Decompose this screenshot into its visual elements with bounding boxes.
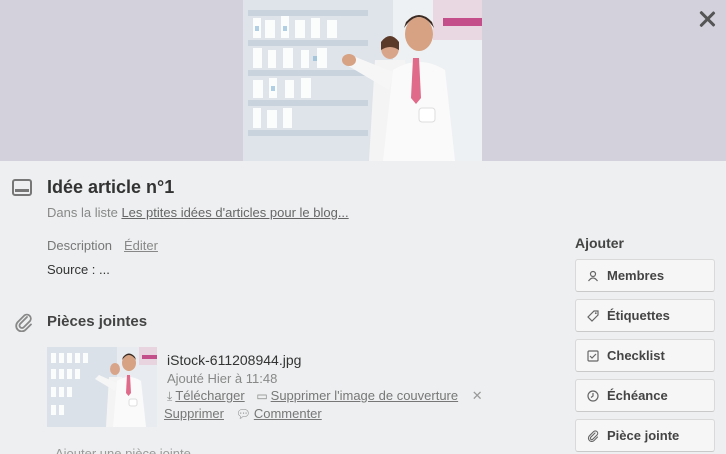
members-label: Membres (607, 268, 665, 283)
paperclip-icon (15, 313, 32, 332)
attachment-button[interactable]: Pièce jointe (575, 419, 715, 452)
download-icon: ⤓ (167, 389, 173, 403)
edit-description-link[interactable]: Éditer (124, 238, 158, 253)
card-icon (12, 179, 32, 196)
add-attachment-link[interactable]: Ajouter une pièce jointe... (55, 446, 202, 454)
card-cover (0, 0, 726, 161)
attachment-thumbnail[interactable] (47, 347, 157, 427)
download-link[interactable]: Télécharger (175, 388, 244, 403)
checklist-button[interactable]: Checklist (575, 339, 715, 372)
paperclip-icon (586, 429, 600, 443)
labels-label: Étiquettes (607, 308, 670, 323)
attachment-actions-row2: Supprimer 💬︎ Commenter (164, 406, 322, 421)
attachment-label: Pièce jointe (607, 428, 680, 443)
due-date-label: Échéance (607, 388, 668, 403)
attachments-heading: Pièces jointes (47, 313, 148, 330)
cover-icon: ▭ (256, 389, 268, 403)
tag-icon (586, 309, 600, 323)
remove-cover-link[interactable]: Supprimer l'image de couverture (271, 388, 458, 403)
description-text[interactable]: Source : ... (47, 262, 110, 277)
clock-icon (586, 389, 600, 403)
members-button[interactable]: Membres (575, 259, 715, 292)
labels-button[interactable]: Étiquettes (575, 299, 715, 332)
checkbox-icon (586, 349, 600, 363)
comment-icon: 💬︎ (235, 407, 251, 421)
person-icon (586, 269, 600, 283)
description-label: Description (47, 238, 113, 253)
card-title[interactable]: Idée article n°1 (47, 177, 174, 198)
list-name-link[interactable]: Les ptites idées d'articles pour le blog… (121, 205, 348, 220)
close-button[interactable] (696, 8, 718, 30)
comment-link[interactable]: Commenter (254, 406, 322, 421)
attachment-filename: iStock-611208944.jpg (167, 352, 302, 368)
due-date-button[interactable]: Échéance (575, 379, 715, 412)
cover-image (243, 0, 482, 161)
attachment-added-date: Ajouté Hier à 11:48 (167, 371, 278, 386)
delete-link[interactable]: Supprimer (164, 406, 224, 421)
sidebar-title: Ajouter (575, 235, 624, 251)
in-list-prefix: Dans la liste (47, 205, 118, 220)
attachment-actions: ⤓ Télécharger ▭ Supprimer l'image de couve… (167, 388, 483, 404)
checklist-label: Checklist (607, 348, 665, 363)
list-reference: Dans la liste Les ptites idées d'article… (47, 205, 349, 220)
close-icon[interactable]: ✕ (472, 388, 483, 403)
